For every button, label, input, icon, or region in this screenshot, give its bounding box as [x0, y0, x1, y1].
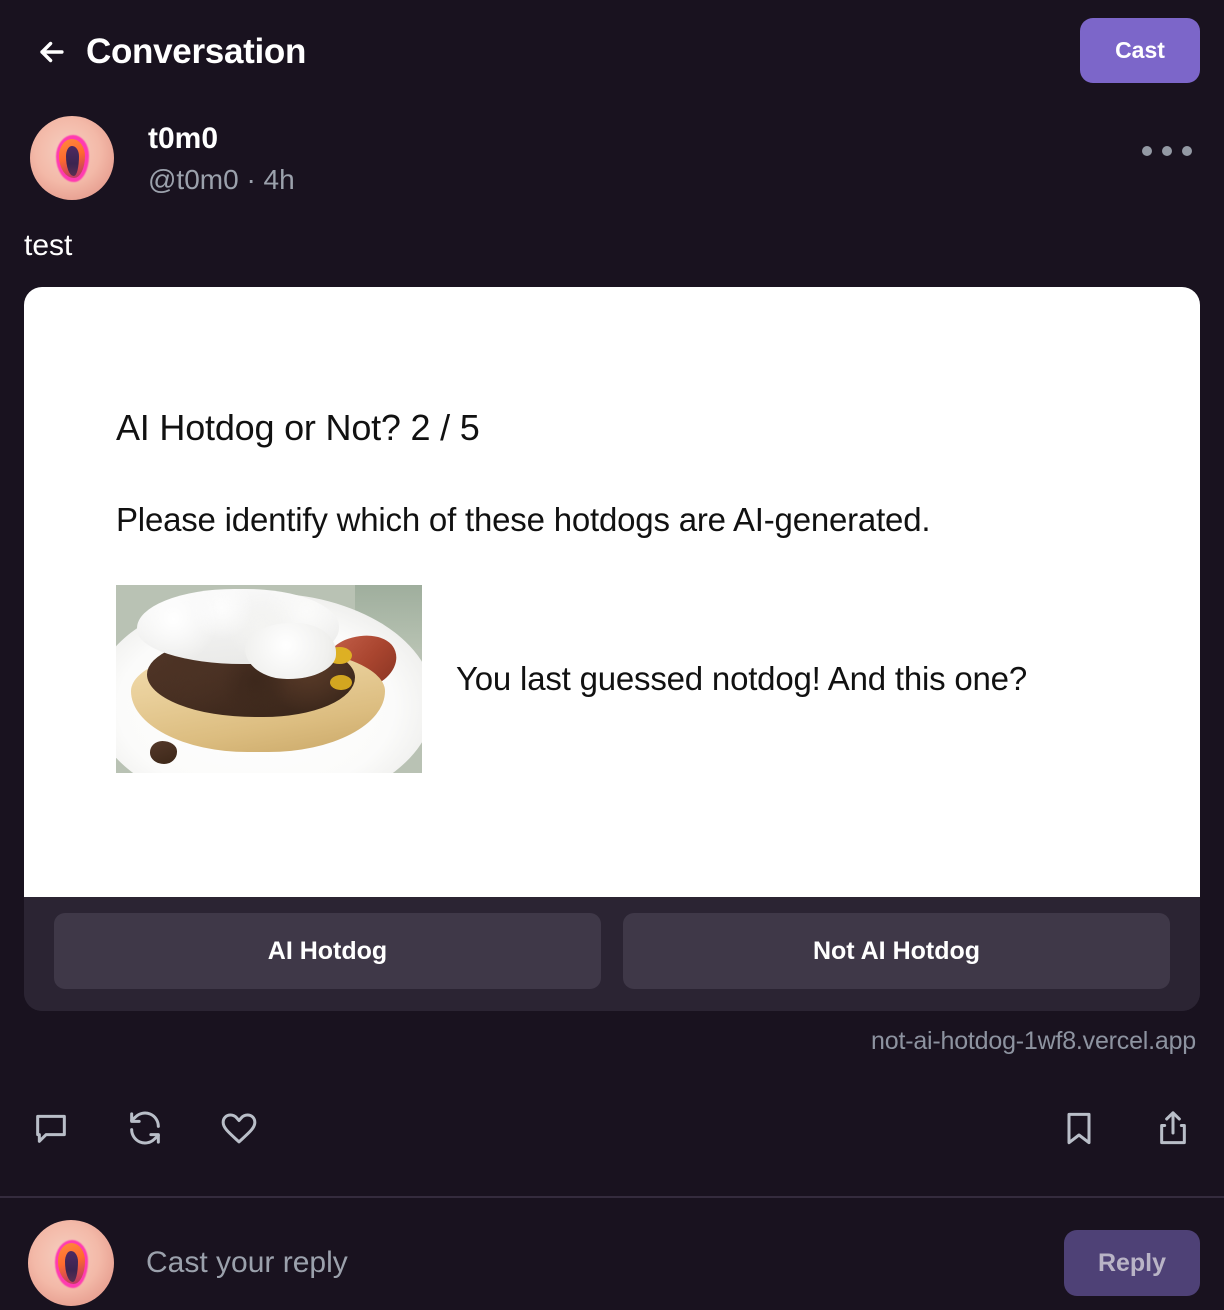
cast-actions-right [1056, 1105, 1196, 1151]
like-button[interactable] [216, 1105, 262, 1151]
ellipsis-icon-dot [1162, 146, 1172, 156]
conversation-screen: Conversation Cast t0m0 @t0m0 · 4h test A… [0, 0, 1224, 1310]
more-options-button[interactable] [1140, 134, 1194, 168]
reply-input[interactable]: Cast your reply [146, 1246, 1064, 1280]
ellipsis-icon-dot [1142, 146, 1152, 156]
cast-action-bar [24, 1092, 1200, 1164]
cast-header: t0m0 @t0m0 · 4h [24, 104, 1200, 200]
frame-embed: AI Hotdog or Not? 2 / 5 Please identify … [24, 287, 1200, 1011]
recast-button[interactable] [122, 1105, 168, 1151]
frame-prompt-text: You last guessed notdog! And this one? [456, 660, 1027, 697]
heart-icon [219, 1108, 259, 1148]
frame-domain[interactable]: not-ai-hotdog-1wf8.vercel.app [24, 1027, 1200, 1056]
reply-submit-button[interactable]: Reply [1064, 1230, 1200, 1296]
frame-button-not-ai-hotdog[interactable]: Not AI Hotdog [623, 913, 1170, 989]
recast-icon [125, 1108, 165, 1148]
arrow-left-icon [35, 35, 69, 69]
page-header: Conversation Cast [0, 0, 1224, 104]
hotdog-photo [116, 585, 422, 773]
avatar-shape-core [64, 1250, 78, 1282]
avatar[interactable] [30, 116, 114, 200]
cast-button[interactable]: Cast [1080, 18, 1200, 83]
author-meta: @t0m0 · 4h [148, 163, 295, 195]
frame-prompt-row: You last guessed notdog! And this one? [116, 585, 1200, 773]
avatar-shape-core [66, 146, 79, 177]
ellipsis-icon-dot [1182, 146, 1192, 156]
bookmark-icon [1059, 1108, 1099, 1148]
frame-subtitle: Please identify which of these hotdogs a… [116, 501, 931, 538]
frame-title: AI Hotdog or Not? 2 / 5 [116, 407, 480, 448]
share-icon [1153, 1108, 1193, 1148]
reply-avatar[interactable] [28, 1220, 114, 1306]
cast-container: t0m0 @t0m0 · 4h test AI Hotdog or Not? 2… [0, 104, 1224, 1310]
back-button[interactable] [30, 30, 74, 74]
author-names: t0m0 @t0m0 · 4h [148, 116, 295, 198]
hotdog-crumb [149, 741, 178, 764]
comment-button[interactable] [28, 1105, 74, 1151]
bookmark-button[interactable] [1056, 1105, 1102, 1151]
cast-button-label: Cast [1115, 37, 1165, 63]
reply-bar: Cast your reply Reply [24, 1198, 1200, 1306]
frame-image-canvas: AI Hotdog or Not? 2 / 5 Please identify … [24, 287, 1200, 897]
cast-actions-left [28, 1105, 262, 1151]
frame-button-row: AI Hotdog Not AI Hotdog [24, 897, 1200, 1011]
cast-text: test [24, 229, 73, 262]
author-display-name[interactable]: t0m0 [148, 120, 295, 158]
comment-icon [31, 1108, 71, 1148]
page-title: Conversation [86, 32, 307, 71]
hotdog-onions [244, 622, 337, 679]
frame-button-ai-hotdog[interactable]: AI Hotdog [54, 913, 601, 989]
hotdog-mustard [330, 675, 352, 691]
share-button[interactable] [1150, 1105, 1196, 1151]
